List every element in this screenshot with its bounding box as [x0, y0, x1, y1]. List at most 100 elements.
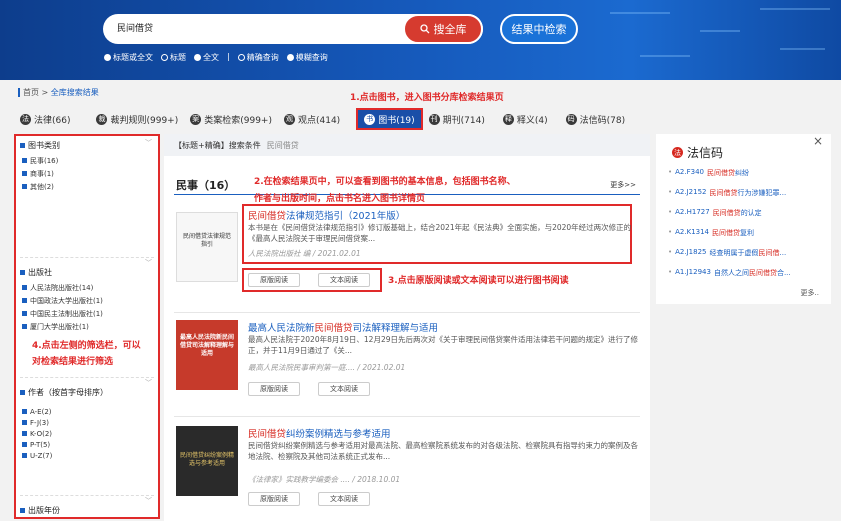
code-icon: 码	[565, 113, 577, 125]
checkbox-icon	[22, 431, 27, 436]
search-within-results-button[interactable]: 结果中检索	[500, 14, 578, 44]
opinion-icon: 观	[283, 113, 295, 125]
filter-item[interactable]: 商事(1)	[14, 167, 160, 180]
collapse-chevron-icon[interactable]: ﹀	[145, 496, 154, 505]
option-title[interactable]: 标题	[161, 52, 186, 63]
close-icon[interactable]: ×	[813, 134, 823, 148]
filter-section-publisher: 出版社 ﹀ 人民法院出版社(14) 中国政法大学出版社(1) 中国民主法制出版社…	[14, 254, 160, 333]
category-tabs: 法法律(66) 裁裁判规则(999+) 案类案检索(999+) 观观点(414)…	[14, 108, 631, 130]
filter-item[interactable]: U-Z(7)	[14, 450, 160, 461]
original-read-button[interactable]: 原版阅读	[248, 273, 300, 287]
book-meta: 《法律家》实践教学编委会 .... / 2018.10.01	[248, 475, 401, 484]
law-icon: 法	[20, 113, 31, 125]
text-read-button[interactable]: 文本阅读	[318, 492, 370, 506]
radio-selected-icon	[104, 54, 111, 61]
breadcrumb-sep: >	[41, 88, 49, 97]
filter-section-title[interactable]: 图书类别	[14, 134, 160, 154]
filter-section-title[interactable]: 出版年份	[14, 499, 160, 519]
annotation-1: 1.点击图书，进入图书分库检索结果页	[350, 93, 504, 103]
filter-section-title[interactable]: 作者（按首字母排序）	[14, 381, 160, 401]
filter-item[interactable]: 厦门大学出版社(1)	[14, 320, 160, 333]
cover-title: 民间借贷法律规范指引	[182, 233, 231, 248]
book-title-link[interactable]: 民间借贷纠纷案例精选与参考适用	[248, 426, 391, 440]
original-read-button[interactable]: 原版阅读	[248, 382, 300, 396]
tab-books[interactable]: 书图书(19)	[356, 108, 423, 130]
search-input[interactable]	[117, 22, 397, 32]
radio-selected-icon	[286, 54, 294, 61]
checkbox-icon	[22, 171, 27, 176]
search-condition-bar: 【标题+精确】搜索条件 民间借贷	[164, 134, 650, 156]
option-title-or-fulltext[interactable]: 标题或全文	[104, 52, 153, 63]
tab-interpretations[interactable]: 释释义(4)	[497, 108, 554, 130]
collapse-chevron-icon[interactable]: ﹀	[145, 378, 154, 387]
decor-streak	[700, 30, 740, 32]
filter-item[interactable]: 人民法院出版社(14)	[14, 281, 160, 294]
search-icon	[419, 24, 429, 34]
filter-item[interactable]: 民事(16)	[14, 154, 160, 167]
filter-section-author: 作者（按首字母排序） ﹀ A-E(2) F-J(3) K-O(2) P-T(5)…	[14, 374, 160, 461]
book-description: 最高人民法院于2020年8月19日、12月29日先后两次对《关于审理民间借贷案件…	[248, 335, 638, 355]
more-codes-link[interactable]: 更多..	[801, 288, 819, 298]
tab-rulings[interactable]: 裁裁判规则(999+)	[90, 108, 184, 130]
panel-title: 法 法信码	[672, 146, 724, 160]
code-item[interactable]: • A2.J1825 经查明属于虚假民间借...	[668, 248, 786, 258]
cover-title: 民间借贷纠纷案例精选与参考适用	[179, 452, 234, 467]
case-icon: 案	[190, 113, 202, 125]
tab-journals[interactable]: 刊期刊(714)	[423, 108, 491, 130]
book-cover[interactable]: 最高人民法院新民间借贷司法解释理解与适用	[176, 320, 238, 390]
collapse-chevron-icon[interactable]: ﹀	[145, 138, 154, 147]
checkbox-icon	[22, 409, 27, 414]
book-result-item: 民间借贷法律规范指引 民间借贷法律规范指引（2021年版） 本书是在《民间借贷法…	[174, 204, 644, 306]
code-item[interactable]: • A2.K1314 民间借贷复利	[668, 228, 754, 238]
code-item[interactable]: • A2.H1727 民间借贷的认定	[668, 208, 762, 218]
checkbox-icon	[22, 453, 27, 458]
code-item[interactable]: • A2.J2152 民间借贷行为涉嫌犯罪...	[668, 188, 786, 198]
search-options: 标题或全文 标题 全文 | 精确查询 模糊查询	[104, 52, 328, 63]
book-title-link[interactable]: 最高人民法院新民间借贷司法解释理解与适用	[248, 320, 438, 334]
more-link[interactable]: 更多>>	[610, 180, 636, 190]
book-title-link[interactable]: 民间借贷法律规范指引（2021年版）	[248, 208, 405, 222]
filter-item[interactable]: K-O(2)	[14, 428, 160, 439]
cover-title: 最高人民法院新民间借贷司法解释理解与适用	[179, 334, 234, 357]
filter-section-title[interactable]: 出版社	[14, 261, 160, 281]
original-read-button[interactable]: 原版阅读	[248, 492, 300, 506]
filter-item[interactable]: F-J(3)	[14, 417, 160, 428]
filter-sidebar: 图书类别 ﹀ 民事(16) 商事(1) 其他(2) 出版社 ﹀ 人民法院出版社(…	[14, 134, 160, 519]
filter-item[interactable]: 中国政法大学出版社(1)	[14, 294, 160, 307]
section-marker-icon	[20, 143, 25, 148]
tab-faxin-code[interactable]: 码法信码(78)	[560, 108, 631, 130]
filter-item[interactable]: 其他(2)	[14, 180, 160, 193]
decor-streak	[640, 55, 690, 57]
checkbox-icon	[22, 442, 27, 447]
option-fuzzy[interactable]: 模糊查询	[286, 52, 328, 63]
option-fulltext[interactable]: 全文	[194, 52, 219, 63]
code-item[interactable]: • A1.J12943 自然人之间民间借贷合...	[668, 268, 791, 278]
search-all-button[interactable]: 搜全库	[403, 14, 483, 44]
decor-streak	[760, 8, 830, 10]
text-read-button[interactable]: 文本阅读	[318, 273, 370, 287]
search-all-label: 搜全库	[433, 23, 467, 36]
breadcrumb-home[interactable]: 首页	[18, 88, 39, 97]
divider	[20, 495, 154, 496]
filter-section-year: 出版年份 ﹀	[14, 492, 160, 519]
tab-similar-cases[interactable]: 案类案检索(999+)	[184, 108, 278, 130]
annotation-4a: 4.点击左侧的筛选栏，可以	[32, 341, 141, 351]
tab-law[interactable]: 法法律(66)	[14, 108, 76, 130]
condition-query: 民间借贷	[266, 140, 299, 150]
collapse-chevron-icon[interactable]: ﹀	[145, 258, 154, 267]
filter-item[interactable]: P-T(5)	[14, 439, 160, 450]
text-read-button[interactable]: 文本阅读	[318, 382, 370, 396]
tab-opinions[interactable]: 观观点(414)	[278, 108, 346, 130]
breadcrumb-current[interactable]: 全库搜索结果	[51, 88, 99, 97]
divider	[174, 416, 640, 417]
book-cover[interactable]: 民间借贷法律规范指引	[176, 212, 238, 282]
code-item[interactable]: • A2.F340 民间借贷纠纷	[668, 168, 749, 178]
divider	[20, 257, 154, 258]
option-exact[interactable]: 精确查询	[237, 52, 279, 63]
book-icon: 书	[364, 113, 376, 125]
book-cover[interactable]: 民间借贷纠纷案例精选与参考适用	[176, 426, 238, 496]
filter-item[interactable]: A-E(2)	[14, 406, 160, 417]
divider	[20, 377, 154, 378]
filter-item[interactable]: 中国民主法制出版社(1)	[14, 307, 160, 320]
checkbox-icon	[22, 311, 27, 316]
